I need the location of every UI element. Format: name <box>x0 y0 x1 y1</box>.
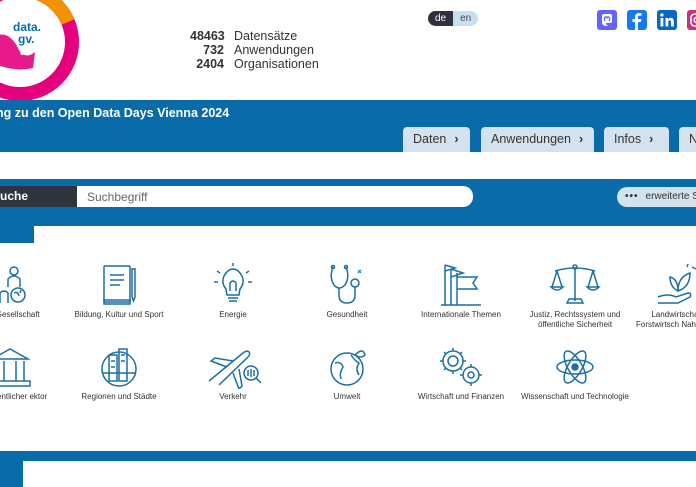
category-label: Gesundheit <box>326 310 368 319</box>
search-button[interactable]: uche <box>0 186 78 207</box>
stat-applications: 732 Anwendungen <box>190 43 319 57</box>
category-agriculture[interactable]: Landwirtschaf Forstwirtsch Nahrungs <box>631 263 696 329</box>
education-icon <box>103 265 136 305</box>
stat-value: 2404 <box>196 57 224 71</box>
section-divider <box>0 216 696 226</box>
section-tab-stub <box>0 461 23 487</box>
regions-icon <box>101 348 137 387</box>
stat-label[interactable]: Anwendungen <box>234 43 314 57</box>
category-economy[interactable]: Wirtschaft und Finanzen <box>403 345 519 402</box>
society-icon <box>0 266 26 303</box>
instagram-icon[interactable] <box>687 10 696 30</box>
tab-label: N <box>689 132 696 146</box>
stat-organisations: 2404 Organisationen <box>190 57 319 71</box>
tab-label: Infos <box>614 132 642 146</box>
category-label: Energie <box>219 310 247 319</box>
category-energy[interactable]: Energie <box>175 263 291 320</box>
category-label: Umwelt <box>333 392 361 401</box>
tab-daten[interactable]: Daten › <box>403 127 470 152</box>
category-society[interactable]: und Gesellschaft <box>0 263 68 320</box>
category-label: Landwirtschaf Forstwirtsch Nahrungs <box>635 310 696 329</box>
lang-de-button[interactable]: de <box>428 11 454 26</box>
category-science[interactable]: Wissenschaft und Technologie <box>517 345 633 402</box>
tab-label: Anwendungen <box>491 132 571 146</box>
mastodon-icon[interactable] <box>597 10 617 30</box>
search-input[interactable] <box>77 186 473 207</box>
tab-infos[interactable]: Infos › <box>604 127 669 152</box>
section-tab-stub <box>0 226 34 243</box>
language-switch: de en <box>428 11 479 26</box>
category-label: Regionen und Städte <box>81 392 157 401</box>
tab-anwendungen[interactable]: Anwendungen › <box>481 127 594 152</box>
more-dots-icon: ••• <box>625 191 639 202</box>
category-label: Internationale Themen <box>421 310 501 319</box>
international-icon <box>441 264 481 306</box>
category-label: Justiz, Rechtssystem und öffentliche Sic… <box>529 310 621 329</box>
stat-value: 48463 <box>190 29 225 43</box>
lang-en-button[interactable]: en <box>453 11 479 26</box>
data-gv-at-logo[interactable]: data. gv. at <box>0 0 80 102</box>
category-regions[interactable]: Regionen und Städte <box>61 345 177 402</box>
chevron-right-icon: › <box>649 132 654 146</box>
tab-next[interactable]: N <box>679 127 696 152</box>
linkedin-icon[interactable] <box>657 10 677 30</box>
transport-icon <box>208 350 262 389</box>
category-justice[interactable]: Justiz, Rechtssystem und öffentliche Sic… <box>517 263 633 329</box>
chevron-right-icon: › <box>578 132 584 146</box>
chevron-right-icon: › <box>454 132 459 146</box>
facebook-icon[interactable] <box>627 10 647 30</box>
stat-value: 732 <box>203 43 224 57</box>
category-label: Wirtschaft und Finanzen <box>417 392 505 401</box>
category-environment[interactable]: Umwelt <box>289 345 405 402</box>
category-health[interactable]: Gesundheit <box>289 263 405 320</box>
category-public-sector[interactable]: und öffentlicher ektor <box>0 345 68 402</box>
tab-label: Daten <box>413 132 447 146</box>
science-icon <box>556 350 594 384</box>
advanced-search-button[interactable]: ••• erweiterte S <box>617 187 696 207</box>
energy-icon <box>214 263 252 302</box>
stat-label[interactable]: Datensätze <box>234 29 297 43</box>
category-label: und Gesellschaft <box>0 310 40 319</box>
advanced-search-label: erweiterte S <box>645 191 696 202</box>
portal-statistics: 48463 Datensätze 732 Anwendungen 2404 Or… <box>190 29 319 71</box>
category-label: und öffentlicher ektor <box>0 392 48 401</box>
economy-icon <box>440 348 482 386</box>
section-divider <box>0 451 696 461</box>
category-label: Wissenschaft und Technologie <box>521 392 629 401</box>
category-label: Bildung, Kultur und Sport <box>74 310 164 319</box>
svg-text:at: at <box>20 44 31 58</box>
announcement-link[interactable]: ng zu den Open Data Days Vienna 2024 <box>0 106 229 120</box>
category-label: Verkehr <box>219 392 247 401</box>
category-transport[interactable]: Verkehr <box>175 345 291 402</box>
public-sector-icon <box>0 348 31 387</box>
stat-label[interactable]: Organisationen <box>234 57 319 71</box>
justice-icon <box>549 264 601 304</box>
category-international[interactable]: Internationale Themen <box>403 263 519 320</box>
health-icon <box>330 264 362 304</box>
category-education[interactable]: Bildung, Kultur und Sport <box>61 263 177 320</box>
stat-datasets: 48463 Datensätze <box>190 29 319 43</box>
agriculture-icon <box>657 263 696 304</box>
environment-icon <box>330 350 366 386</box>
